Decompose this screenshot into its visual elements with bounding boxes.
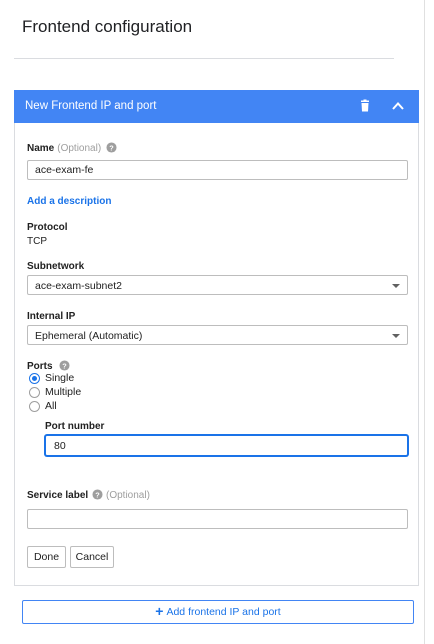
- svg-text:?: ?: [109, 143, 114, 152]
- service-label-input[interactable]: [27, 509, 408, 529]
- cancel-button[interactable]: Cancel: [70, 546, 114, 568]
- internal-ip-label: Internal IP: [27, 311, 76, 322]
- panel-header[interactable]: New Frontend IP and port: [14, 90, 419, 123]
- name-label: Name (Optional): [27, 143, 101, 154]
- dropdown-arrow-icon: [392, 334, 400, 338]
- panel-header-title: New Frontend IP and port: [25, 100, 157, 112]
- port-number-input[interactable]: [45, 435, 408, 456]
- protocol-value: TCP: [27, 236, 47, 247]
- plus-icon: +: [155, 603, 164, 619]
- help-icon[interactable]: ?: [106, 142, 117, 153]
- add-frontend-button[interactable]: + Add frontend IP and port: [22, 600, 414, 624]
- ports-multiple-label[interactable]: Multiple: [45, 386, 81, 398]
- svg-text:?: ?: [95, 490, 100, 499]
- add-description-link[interactable]: Add a description: [27, 196, 111, 207]
- name-label-text: Name: [27, 143, 55, 154]
- subnetwork-selected-value: ace-exam-subnet2: [35, 280, 122, 292]
- ports-label: Ports: [27, 361, 53, 372]
- protocol-label: Protocol: [27, 222, 68, 233]
- port-number-label: Port number: [45, 421, 105, 432]
- service-label-optional-text: (Optional): [106, 490, 150, 501]
- ports-single-label[interactable]: Single: [45, 372, 74, 384]
- service-label-label: Service label: [27, 490, 88, 501]
- add-frontend-label: Add frontend IP and port: [166, 606, 281, 618]
- subnetwork-select[interactable]: ace-exam-subnet2: [27, 275, 408, 295]
- internal-ip-select[interactable]: Ephemeral (Automatic): [27, 325, 408, 345]
- ports-single-radio[interactable]: [29, 373, 40, 384]
- done-button[interactable]: Done: [27, 546, 66, 568]
- help-icon[interactable]: ?: [59, 360, 70, 371]
- ports-all-label[interactable]: All: [45, 400, 57, 412]
- name-optional-text: (Optional): [57, 143, 102, 154]
- name-input[interactable]: [27, 160, 408, 180]
- help-icon[interactable]: ?: [92, 489, 103, 500]
- dropdown-arrow-icon: [392, 284, 400, 288]
- chevron-up-icon[interactable]: [390, 98, 406, 114]
- ports-all-radio[interactable]: [29, 401, 40, 412]
- internal-ip-selected-value: Ephemeral (Automatic): [35, 330, 143, 342]
- service-label-text: Service label: [27, 490, 89, 501]
- subnetwork-label: Subnetwork: [27, 261, 85, 272]
- title-divider: [14, 58, 394, 59]
- add-frontend-button-content: + Add frontend IP and port: [23, 603, 413, 619]
- trash-icon[interactable]: [357, 98, 373, 114]
- page-title: Frontend configuration: [22, 17, 193, 36]
- ports-multiple-radio[interactable]: [29, 387, 40, 398]
- svg-text:?: ?: [62, 361, 67, 370]
- right-border: [424, 0, 425, 644]
